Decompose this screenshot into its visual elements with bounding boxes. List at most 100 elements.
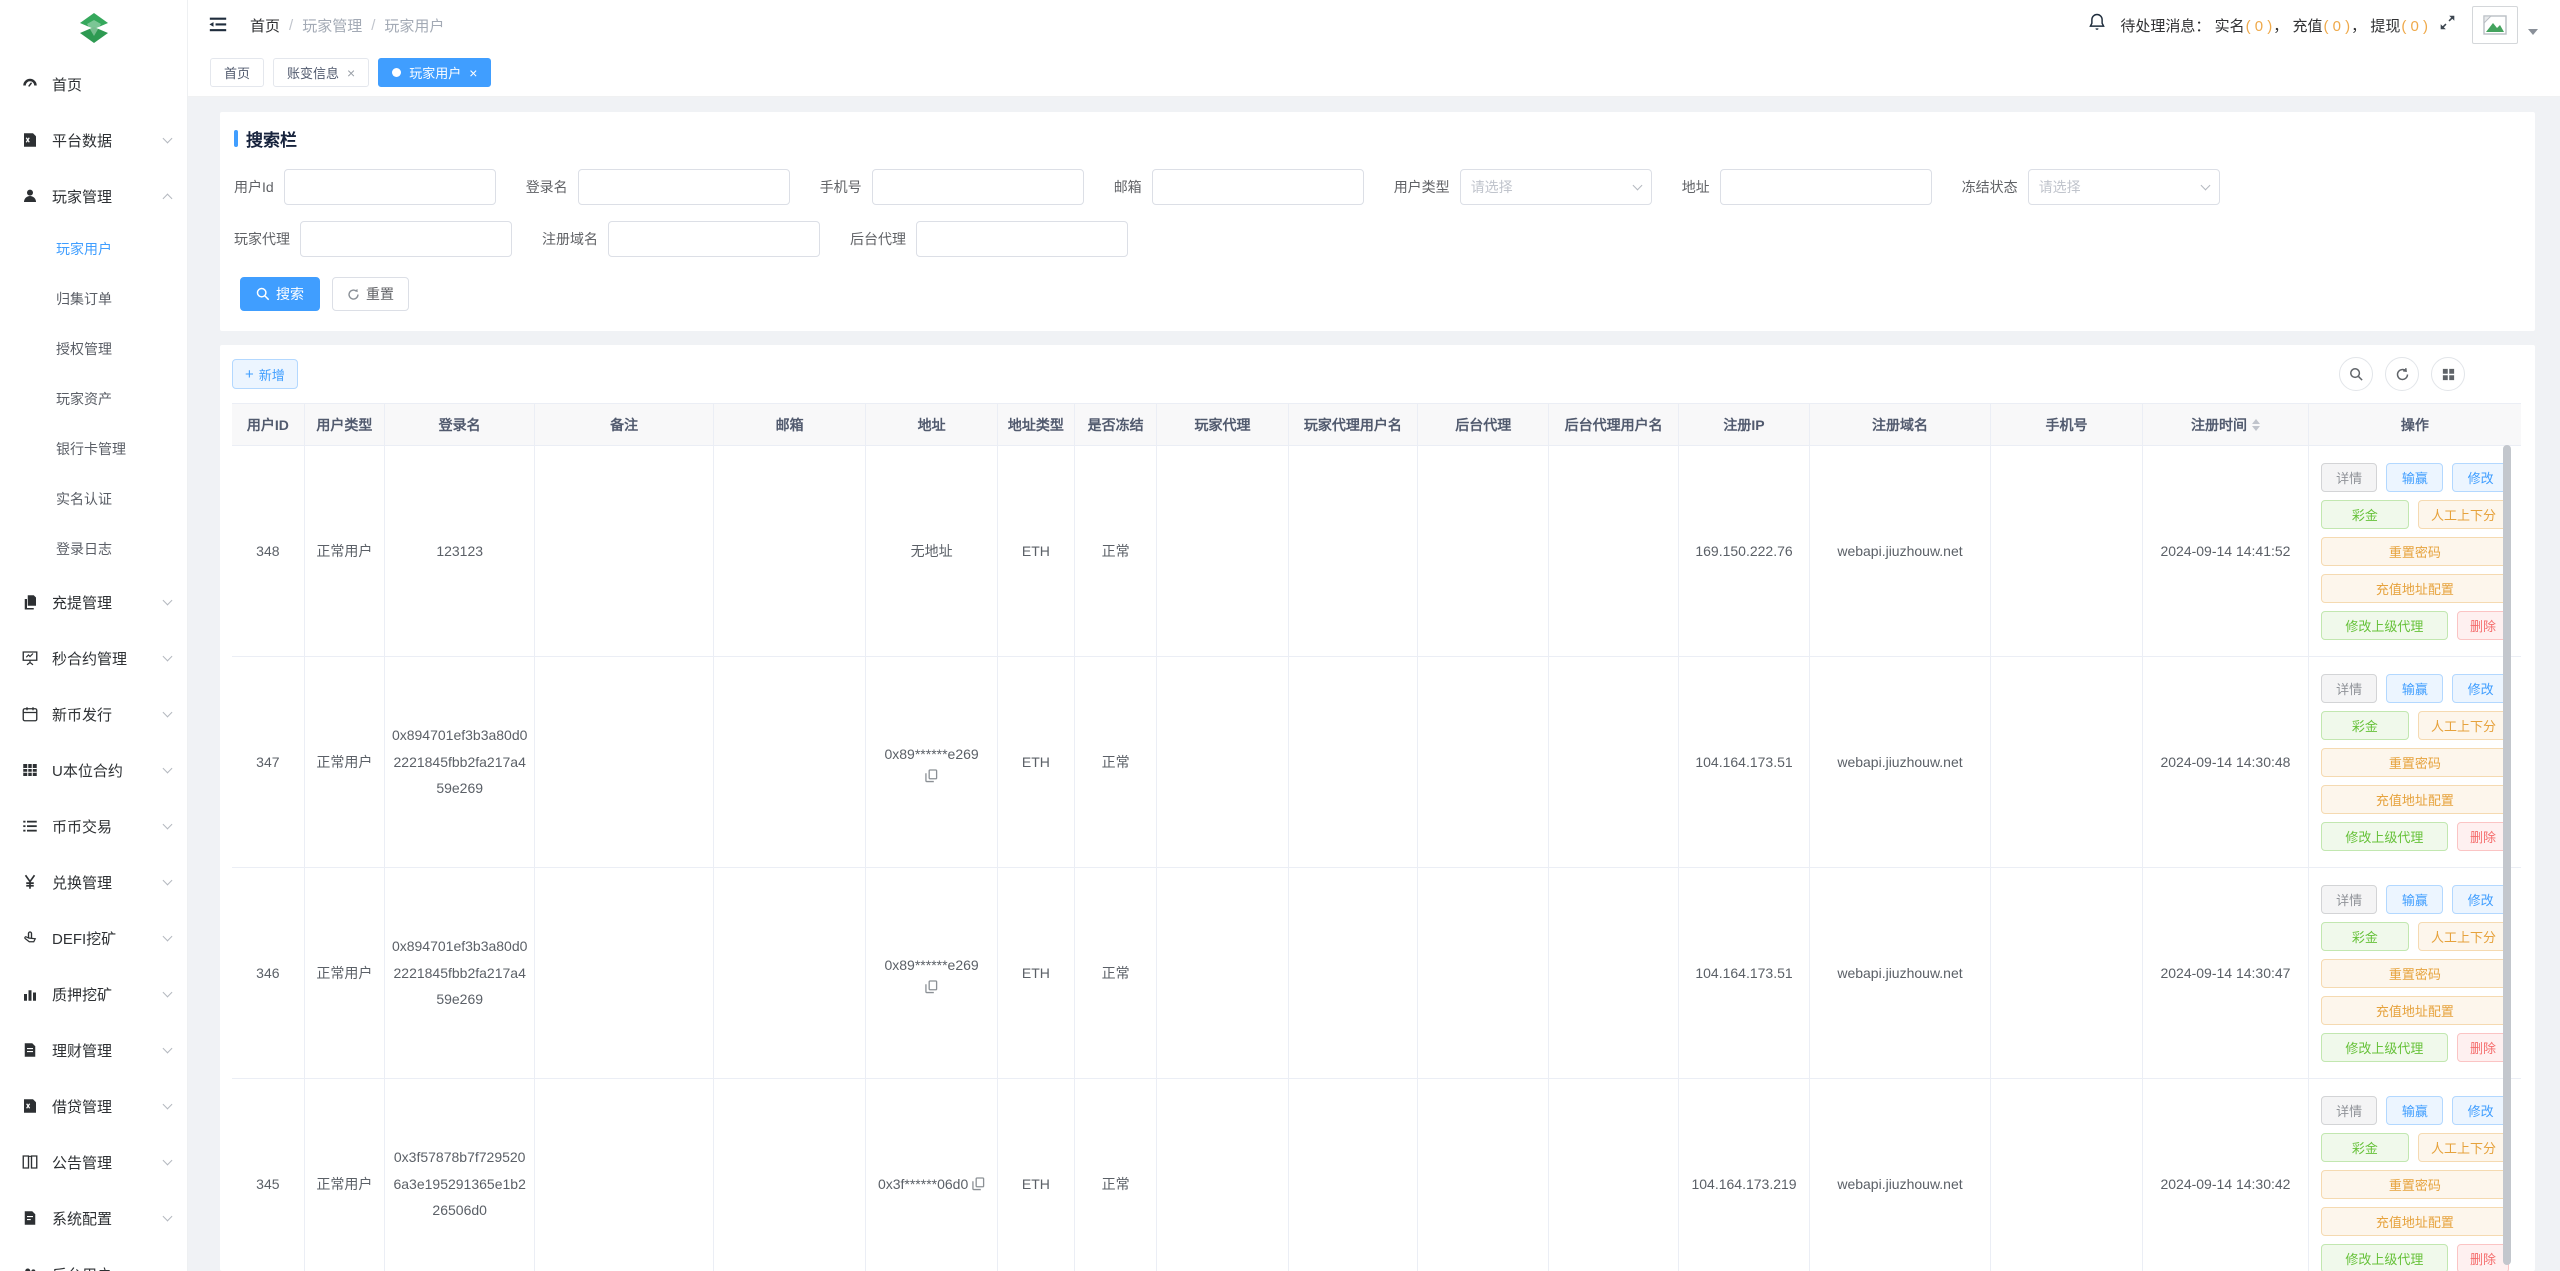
edit-button[interactable]: 修改 [2452,673,2510,703]
reset-password-button[interactable]: 重置密码 [2320,958,2509,988]
tab-account-changes[interactable]: 账变信息 [273,58,370,87]
avatar[interactable] [2472,6,2518,44]
sidebar-item-admin-users[interactable]: 后台用户 [0,1246,187,1271]
bonus-button[interactable]: 彩金 [2320,921,2409,951]
login-name-input[interactable] [577,169,790,205]
sidebar-item-lending[interactable]: 借贷管理 [0,1078,187,1134]
cell-user-type: 正常用户 [304,867,385,1079]
bonus-button[interactable]: 彩金 [2320,710,2409,740]
sidebar-item-deposit-withdraw[interactable]: 充提管理 [0,574,187,630]
close-icon[interactable] [469,66,477,80]
winloss-button[interactable]: 输赢 [2386,1095,2444,1125]
reset-password-button[interactable]: 重置密码 [2320,536,2509,566]
sidebar-item-second-contract[interactable]: 秒合约管理 [0,630,187,686]
deposit-address-config-button[interactable]: 充值地址配置 [2320,1206,2509,1236]
user-menu-caret-icon[interactable] [2528,29,2538,35]
column-settings-button[interactable] [2431,357,2465,391]
sidebar-item-system-config[interactable]: 系统配置 [0,1190,187,1246]
cell-user-type: 正常用户 [304,656,385,868]
sidebar-item-exchange[interactable]: 兑换管理 [0,854,187,910]
detail-button[interactable]: 详情 [2320,673,2378,703]
sidebar-subitem-bank-cards[interactable]: 银行卡管理 [0,424,187,474]
sidebar-item-wealth-management[interactable]: 理财管理 [0,1022,187,1078]
address-input[interactable] [1719,169,1932,205]
bell-icon[interactable] [2088,13,2106,37]
change-parent-agent-button[interactable]: 修改上级代理 [2320,1243,2448,1271]
sidebar-item-announcements[interactable]: 公告管理 [0,1134,187,1190]
delete-button[interactable]: 删除 [2456,821,2509,851]
sidebar-item-defi-mining[interactable]: DEFI挖矿 [0,910,187,966]
delete-button[interactable]: 删除 [2456,1032,2509,1062]
player-agent-input[interactable] [300,221,512,257]
fullscreen-icon[interactable] [2439,14,2456,36]
table-refresh-button[interactable] [2385,357,2419,391]
deposit-address-config-button[interactable]: 充值地址配置 [2320,784,2509,814]
sidebar-subitem-login-logs[interactable]: 登录日志 [0,524,187,574]
deposit-address-config-button[interactable]: 充值地址配置 [2320,995,2509,1025]
copy-icon[interactable] [925,980,938,994]
frozen-status-select[interactable]: 请选择 [2027,169,2220,205]
delete-button[interactable]: 删除 [2456,610,2509,640]
email-input[interactable] [1151,169,1364,205]
sidebar-item-spot-trade[interactable]: 币币交易 [0,798,187,854]
sidebar-subitem-collect-orders[interactable]: 归集订单 [0,274,187,324]
search-button[interactable]: 搜索 [240,277,320,311]
sidebar-subitem-auth-management[interactable]: 授权管理 [0,324,187,374]
sidebar-subitem-player-assets[interactable]: 玩家资产 [0,374,187,424]
sidebar-subitem-kyc[interactable]: 实名认证 [0,474,187,524]
bonus-button[interactable]: 彩金 [2320,499,2409,529]
sidebar-item-home[interactable]: 首页 [0,56,187,112]
sort-asc-icon[interactable] [2251,418,2260,424]
sidebar-item-u-contract[interactable]: U本位合约 [0,742,187,798]
edit-button[interactable]: 修改 [2452,462,2510,492]
detail-button[interactable]: 详情 [2320,462,2378,492]
reset-password-button[interactable]: 重置密码 [2320,747,2509,777]
cell-user-type: 正常用户 [304,1078,385,1271]
edit-button[interactable]: 修改 [2452,1095,2510,1125]
copy-icon[interactable] [972,1177,985,1191]
sidebar-item-platform-data[interactable]: 平台数据 [0,112,187,168]
menu-fold-icon[interactable] [208,16,230,34]
cell-admin-agent [1417,867,1550,1079]
breadcrumb-home[interactable]: 首页 [250,15,280,36]
close-icon[interactable] [347,66,355,80]
manual-adjust-button[interactable]: 人工上下分 [2417,1132,2509,1162]
tab-player-users[interactable]: 玩家用户 [378,58,492,87]
reset-password-button[interactable]: 重置密码 [2320,1169,2509,1199]
manual-adjust-button[interactable]: 人工上下分 [2417,710,2509,740]
add-button[interactable]: 新增 [232,359,298,389]
user-type-select[interactable]: 请选择 [1459,169,1652,205]
sidebar-subitem-player-users[interactable]: 玩家用户 [0,224,187,274]
change-parent-agent-button[interactable]: 修改上级代理 [2320,610,2448,640]
winloss-button[interactable]: 输赢 [2386,462,2444,492]
edit-button[interactable]: 修改 [2452,884,2510,914]
winloss-button[interactable]: 输赢 [2386,673,2444,703]
sort-icon[interactable] [2251,418,2260,431]
tab-home[interactable]: 首页 [210,58,265,87]
reg-domain-input[interactable] [608,221,820,257]
field-user-type: 用户类型 请选择 [1394,169,1652,205]
change-parent-agent-button[interactable]: 修改上级代理 [2320,821,2448,851]
sidebar-item-player-management[interactable]: 玩家管理 [0,168,187,224]
breadcrumb-player-users: 玩家用户 [384,17,445,35]
table-search-toggle-button[interactable] [2339,357,2373,391]
user-id-input[interactable] [283,169,496,205]
delete-button[interactable]: 删除 [2456,1243,2509,1271]
detail-button[interactable]: 详情 [2320,884,2378,914]
deposit-address-config-button[interactable]: 充值地址配置 [2320,573,2509,603]
winloss-button[interactable]: 输赢 [2386,884,2444,914]
copy-icon[interactable] [925,769,938,783]
reset-button[interactable]: 重置 [332,277,409,311]
sort-desc-icon[interactable] [2251,425,2260,431]
admin-agent-input[interactable] [916,221,1128,257]
table-scrollbar[interactable] [2503,445,2511,1265]
manual-adjust-button[interactable]: 人工上下分 [2417,499,2509,529]
change-parent-agent-button[interactable]: 修改上级代理 [2320,1032,2448,1062]
detail-button[interactable]: 详情 [2320,1095,2378,1125]
phone-input[interactable] [871,169,1084,205]
bonus-button[interactable]: 彩金 [2320,1132,2409,1162]
reset-button-label: 重置 [366,286,394,302]
sidebar-item-new-coin[interactable]: 新币发行 [0,686,187,742]
manual-adjust-button[interactable]: 人工上下分 [2417,921,2509,951]
sidebar-item-staking-mining[interactable]: 质押挖矿 [0,966,187,1022]
